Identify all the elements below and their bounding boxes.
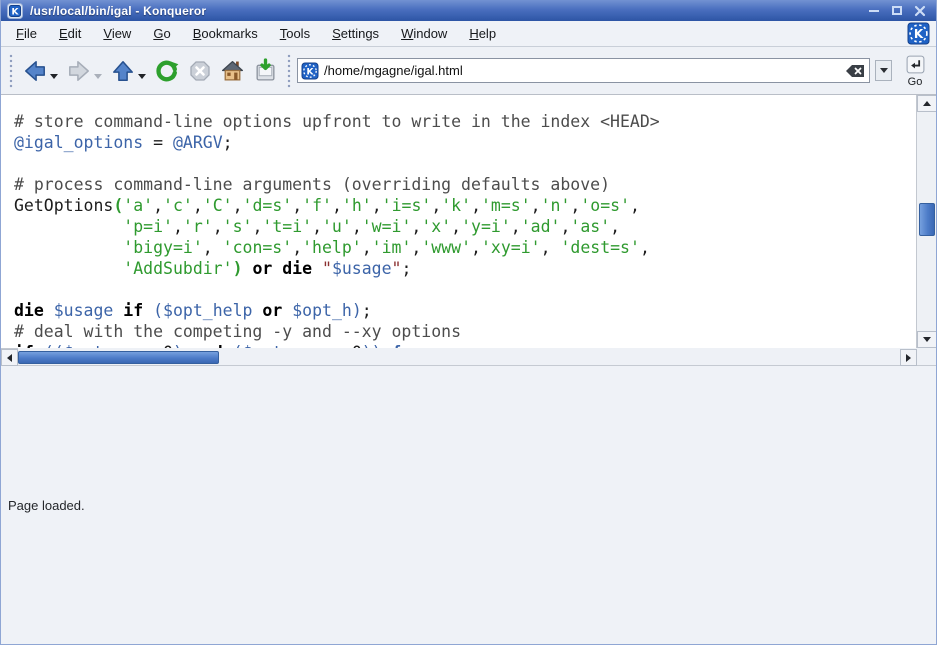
vertical-scrollbar[interactable]: [916, 95, 936, 348]
menu-file[interactable]: File: [5, 22, 48, 45]
menu-settings[interactable]: Settings: [321, 22, 390, 45]
home-icon: [220, 58, 245, 83]
triangle-left-icon: [7, 354, 12, 362]
svg-text:K: K: [914, 27, 924, 41]
menu-view[interactable]: View: [92, 22, 142, 45]
close-icon[interactable]: [913, 4, 927, 18]
menu-bookmarks[interactable]: Bookmarks: [182, 22, 269, 45]
toolbar-drag-handle[interactable]: [8, 54, 14, 88]
konqueror-window: K /usr/local/bin/igal - Konqueror File E…: [0, 0, 937, 645]
menu-go[interactable]: Go: [142, 22, 181, 45]
stop-icon: [188, 59, 212, 83]
arrow-left-icon: [22, 58, 48, 84]
download-tray-icon: [253, 58, 278, 83]
arrow-right-icon: [66, 58, 92, 84]
vertical-scrollbar-thumb[interactable]: [919, 203, 935, 236]
location-toolbar: K: [297, 58, 892, 83]
code-line: # store command-line options upfront to …: [14, 111, 916, 132]
back-button[interactable]: [19, 52, 61, 90]
go-enter-arrow-icon: [905, 54, 926, 75]
status-text: Page loaded.: [8, 498, 85, 513]
stop-button[interactable]: [185, 52, 215, 90]
up-button[interactable]: [107, 52, 149, 90]
svg-text:K: K: [12, 7, 20, 17]
go-button-label: Go: [908, 76, 923, 88]
clear-url-icon[interactable]: [844, 61, 866, 80]
location-bar[interactable]: K: [297, 58, 870, 83]
up-dropdown-caret[interactable]: [138, 74, 146, 79]
statusbar: Page loaded.: [1, 365, 936, 644]
scroll-up-button[interactable]: [917, 95, 936, 112]
save-button[interactable]: [250, 52, 281, 90]
chevron-down-icon: [880, 68, 888, 73]
code-line: if (($opt_y == 0) and ($opt_xy == 0)) {: [14, 342, 916, 348]
main-toolbar: K Go: [1, 47, 936, 95]
svg-text:K: K: [307, 67, 315, 77]
location-toolbar-drag-handle[interactable]: [286, 54, 292, 88]
url-history-dropdown[interactable]: [875, 60, 892, 81]
code-line: 'AddSubdir') or die "$usage";: [14, 258, 916, 279]
menu-edit[interactable]: Edit: [48, 22, 92, 45]
code-line: 'p=i','r','s','t=i','u','w=i','x','y=i',…: [14, 216, 916, 237]
kde-app-icon: K: [7, 3, 23, 19]
menu-tools[interactable]: Tools: [269, 22, 321, 45]
arrow-up-icon: [110, 58, 136, 84]
triangle-down-icon: [923, 337, 931, 342]
scroll-left-button[interactable]: [1, 349, 18, 366]
menu-help[interactable]: Help: [458, 22, 507, 45]
page-view: # store command-line options upfront to …: [1, 95, 936, 348]
home-button[interactable]: [217, 52, 248, 90]
code-line: # process command-line arguments (overri…: [14, 174, 916, 195]
back-dropdown-caret[interactable]: [50, 74, 58, 79]
code-line: [14, 279, 916, 300]
code-line: [14, 153, 916, 174]
triangle-right-icon: [906, 354, 911, 362]
menubar: File Edit View Go Bookmarks Tools Settin…: [1, 21, 936, 47]
forward-button[interactable]: [63, 52, 105, 90]
scroll-down-button[interactable]: [917, 331, 936, 348]
code-line: @igal_options = @ARGV;: [14, 132, 916, 153]
kde-gear-logo-icon[interactable]: K: [907, 22, 930, 45]
go-button[interactable]: Go: [898, 49, 932, 93]
window-title: /usr/local/bin/igal - Konqueror: [30, 4, 860, 18]
konqueror-page-icon: K: [301, 62, 319, 80]
url-input[interactable]: [324, 63, 839, 78]
scroll-right-button[interactable]: [900, 349, 917, 366]
titlebar[interactable]: K /usr/local/bin/igal - Konqueror: [1, 0, 936, 21]
maximize-icon[interactable]: [890, 4, 904, 18]
horizontal-scrollbar[interactable]: [1, 348, 18, 365]
code-line: # deal with the competing -y and --xy op…: [14, 321, 916, 342]
menu-window[interactable]: Window: [390, 22, 458, 45]
forward-dropdown-caret[interactable]: [94, 74, 102, 79]
horizontal-scrollbar-row: [1, 348, 936, 365]
minimize-icon[interactable]: [867, 4, 881, 18]
reload-button[interactable]: [151, 52, 183, 90]
code-line: 'bigy=i', 'con=s','help','im','www','xy=…: [14, 237, 916, 258]
code-line: die $usage if ($opt_help or $opt_h);: [14, 300, 916, 321]
code-line: GetOptions('a','c','C','d=s','f','h','i=…: [14, 195, 916, 216]
reload-icon: [154, 58, 180, 84]
code-viewer: # store command-line options upfront to …: [1, 95, 916, 348]
horizontal-scrollbar-thumb[interactable]: [18, 351, 219, 364]
triangle-up-icon: [923, 101, 931, 106]
